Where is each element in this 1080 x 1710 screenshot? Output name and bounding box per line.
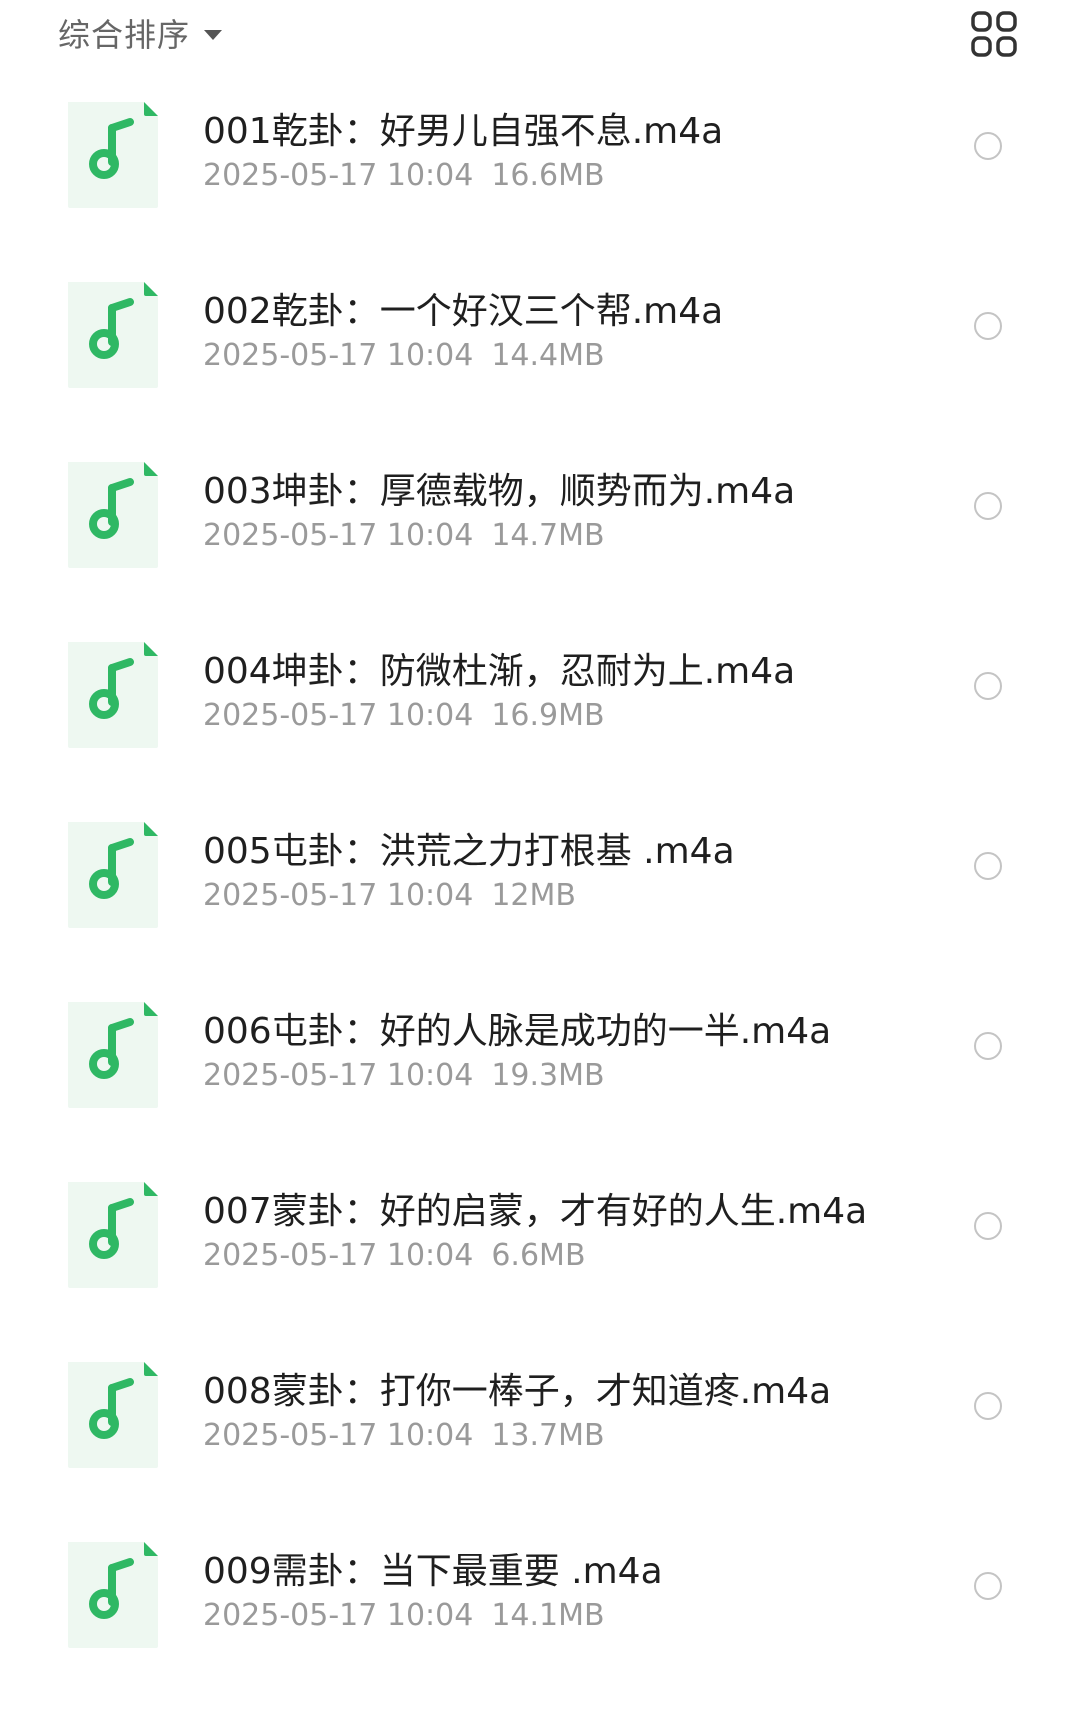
file-date: 2025-05-17 10:04: [203, 1238, 474, 1273]
file-name: 002乾卦：一个好汉三个帮.m4a: [203, 291, 724, 332]
audio-file-icon: [68, 1002, 158, 1108]
toolbar: 综合排序: [0, 0, 1080, 66]
file-date: 2025-05-17 10:04: [203, 338, 474, 373]
file-date: 2025-05-17 10:04: [203, 1418, 474, 1453]
file-size: 12MB: [491, 878, 576, 913]
file-meta: 2025-05-17 10:04 14.7MB: [203, 518, 605, 553]
file-list-item[interactable]: 006屯卦：好的人脉是成功的一半.m4a 2025-05-17 10:04 19.…: [0, 990, 1080, 1170]
file-date: 2025-05-17 10:04: [203, 1598, 474, 1633]
file-meta: 2025-05-17 10:04 14.4MB: [203, 338, 605, 373]
file-name: 006屯卦：好的人脉是成功的一半.m4a: [203, 1011, 832, 1052]
sort-label: 综合排序: [58, 16, 191, 54]
file-meta: 2025-05-17 10:04 19.3MB: [203, 1058, 605, 1093]
audio-file-icon: [68, 1182, 158, 1288]
select-radio[interactable]: [974, 492, 1002, 520]
sort-dropdown[interactable]: 综合排序: [58, 10, 223, 56]
audio-file-icon: [68, 282, 158, 388]
file-size: 14.7MB: [491, 518, 605, 553]
file-date: 2025-05-17 10:04: [203, 158, 474, 193]
file-list-item[interactable]: 005屯卦：洪荒之力打根基 .m4a 2025-05-17 10:04 12MB: [0, 810, 1080, 990]
file-date: 2025-05-17 10:04: [203, 878, 474, 913]
select-radio[interactable]: [974, 132, 1002, 160]
audio-file-icon: [68, 462, 158, 568]
file-size: 14.1MB: [491, 1598, 605, 1633]
file-date: 2025-05-17 10:04: [203, 698, 474, 733]
file-size: 13.7MB: [491, 1418, 605, 1453]
select-radio[interactable]: [974, 672, 1002, 700]
file-list-item[interactable]: 008蒙卦：打你一棒子，才知道疼.m4a 2025-05-17 10:04 13.…: [0, 1350, 1080, 1530]
file-name: 007蒙卦：好的启蒙，才有好的人生.m4a: [203, 1191, 868, 1232]
select-radio[interactable]: [974, 852, 1002, 880]
file-list-item[interactable]: 004坤卦：防微杜渐，忍耐为上.m4a 2025-05-17 10:04 16.9…: [0, 630, 1080, 810]
select-radio[interactable]: [974, 1212, 1002, 1240]
file-size: 16.9MB: [491, 698, 605, 733]
select-radio[interactable]: [974, 312, 1002, 340]
file-list: 001乾卦：好男儿自强不息.m4a 2025-05-17 10:04 16.6MB…: [0, 90, 1080, 1710]
file-list-item[interactable]: 009需卦：当下最重要 .m4a 2025-05-17 10:04 14.1MB: [0, 1530, 1080, 1710]
file-name: 008蒙卦：打你一棒子，才知道疼.m4a: [203, 1371, 832, 1412]
file-name: 009需卦：当下最重要 .m4a: [203, 1551, 663, 1592]
file-name: 004坤卦：防微杜渐，忍耐为上.m4a: [203, 651, 796, 692]
file-list-item[interactable]: 007蒙卦：好的启蒙，才有好的人生.m4a 2025-05-17 10:04 6.…: [0, 1170, 1080, 1350]
file-meta: 2025-05-17 10:04 14.1MB: [203, 1598, 605, 1633]
file-list-item[interactable]: 003坤卦：厚德载物，顺势而为.m4a 2025-05-17 10:04 14.7…: [0, 450, 1080, 630]
file-date: 2025-05-17 10:04: [203, 518, 474, 553]
file-size: 16.6MB: [491, 158, 605, 193]
file-meta: 2025-05-17 10:04 16.6MB: [203, 158, 605, 193]
file-meta: 2025-05-17 10:04 13.7MB: [203, 1418, 605, 1453]
file-size: 14.4MB: [491, 338, 605, 373]
audio-file-icon: [68, 822, 158, 928]
select-radio[interactable]: [974, 1572, 1002, 1600]
select-radio[interactable]: [974, 1392, 1002, 1420]
file-name: 001乾卦：好男儿自强不息.m4a: [203, 111, 724, 152]
caret-down-icon: [204, 30, 223, 40]
file-list-item[interactable]: 001乾卦：好男儿自强不息.m4a 2025-05-17 10:04 16.6MB: [0, 90, 1080, 270]
audio-file-icon: [68, 1362, 158, 1468]
file-meta: 2025-05-17 10:04 16.9MB: [203, 698, 605, 733]
file-name: 005屯卦：洪荒之力打根基 .m4a: [203, 831, 735, 872]
file-list-item[interactable]: 002乾卦：一个好汉三个帮.m4a 2025-05-17 10:04 14.4MB: [0, 270, 1080, 450]
grid-view-icon[interactable]: [970, 10, 1018, 58]
file-size: 6.6MB: [491, 1238, 586, 1273]
file-meta: 2025-05-17 10:04 6.6MB: [203, 1238, 586, 1273]
audio-file-icon: [68, 1542, 158, 1648]
audio-file-icon: [68, 642, 158, 748]
audio-file-icon: [68, 102, 158, 208]
file-size: 19.3MB: [491, 1058, 605, 1093]
select-radio[interactable]: [974, 1032, 1002, 1060]
file-name: 003坤卦：厚德载物，顺势而为.m4a: [203, 471, 796, 512]
file-date: 2025-05-17 10:04: [203, 1058, 474, 1093]
file-meta: 2025-05-17 10:04 12MB: [203, 878, 576, 913]
